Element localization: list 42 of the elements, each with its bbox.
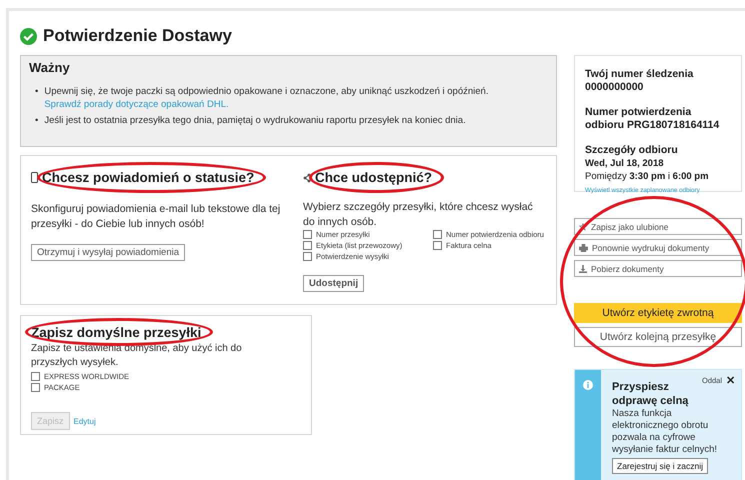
section-heading: Chcesz powiadomień o statusie? [42, 170, 254, 185]
checkbox[interactable] [303, 240, 312, 250]
check-circle-icon [20, 28, 37, 44]
section-description: Zapisz te ustawienia domyślne, aby użyć ich do przyszłych wysyłek. [31, 342, 243, 370]
section-heading: Zapisz domyślne przesyłki [31, 325, 202, 340]
page-title: Potwierdzenie Dostawy [43, 26, 232, 46]
notice-title: Ważny [29, 60, 71, 75]
pickup-date: Wed, Jul 18, 2018 [585, 157, 665, 170]
checkbox[interactable] [31, 372, 40, 381]
register-button[interactable]: Zarejestruj się i zacznij [612, 458, 708, 474]
phone-icon [31, 172, 38, 183]
info-icon [583, 380, 593, 390]
tracking-label: Twój numer śledzenia [585, 68, 694, 81]
notifications-button[interactable]: Otrzymuj i wysyłaj powiadomienia [31, 244, 186, 261]
promo-text: Nasza funkcja elektronicznego obrotu pozwala na cyfrowe wysyłanie faktur celnych! [612, 408, 718, 456]
tracking-number: 0000000000 [585, 81, 644, 94]
download-icon [579, 264, 587, 272]
star-icon [579, 222, 587, 230]
action-button[interactable]: Pobierz dokumenty [574, 260, 742, 277]
promo-title: Przyspiesz odprawę celną [612, 380, 690, 408]
section-description: Skonfiguruj powiadomienia e-mail lub tekstowe dla tej przesyłki - do Ciebie lub innych osób! [31, 202, 282, 232]
checkbox[interactable] [303, 252, 312, 260]
bullet: • [35, 85, 38, 98]
section-heading: Chce udostępnić? [315, 170, 432, 185]
section-description: Wybierz szczegóły przesyłki, które chcesz wysłać do innych osób. [303, 200, 534, 230]
share-button[interactable]: Udostępnij [303, 274, 364, 292]
pickup-title: Szczegóły odbioru [585, 144, 679, 157]
checkbox[interactable] [433, 240, 442, 250]
checkbox[interactable] [433, 230, 442, 238]
notice-item: Upewnij się, że twoje paczki są odpowiednio opakowane i oznaczone, aby uniknąć uszkodzeń i opóźnień. Sprawdź porady dotyczące opakowań DHL. [44, 85, 490, 111]
checkbox[interactable] [303, 230, 312, 238]
new-shipment-button[interactable]: Utwórz kolejną przesyłkę [574, 327, 742, 347]
pickup-window: Pomiędzy 3:30 pm i 6:00 pm [585, 170, 731, 183]
checkbox[interactable] [31, 383, 40, 392]
bullet: • [35, 114, 38, 127]
share-icon [303, 172, 311, 182]
confirmation-number: Numer potwierdzenia odbioru PRG180718164114 [585, 106, 720, 132]
action-button[interactable]: Ponownie wydrukuj dokumenty [574, 239, 742, 256]
return-label-button[interactable]: Utwórz etykietę zwrotną [574, 303, 742, 323]
action-button[interactable]: Zapisz jako ulubione [574, 218, 742, 235]
notice-item: Jeśli jest to ostatnia przesyłka tego dnia, pamiętaj o wydrukowaniu raportu przesyłek na koniec dnia. [44, 114, 466, 127]
close-button[interactable]: ✕ [726, 374, 735, 387]
